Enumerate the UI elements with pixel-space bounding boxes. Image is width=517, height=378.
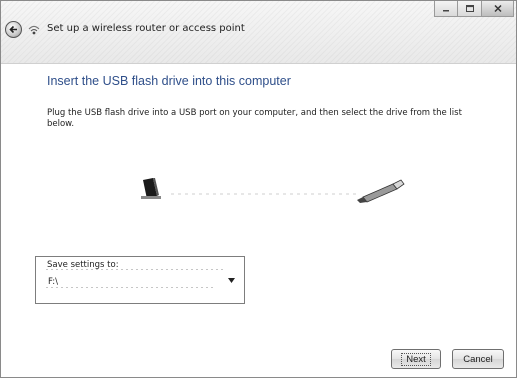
drive-label: Save settings to: bbox=[47, 260, 119, 270]
wireless-network-icon bbox=[28, 25, 40, 35]
back-button[interactable] bbox=[5, 21, 22, 38]
computer-icon bbox=[141, 178, 161, 199]
maximize-button[interactable] bbox=[458, 1, 482, 17]
next-button[interactable]: Next bbox=[391, 349, 441, 369]
title-bar: Set up a wireless router or access point bbox=[1, 1, 516, 64]
minimize-button[interactable] bbox=[434, 1, 458, 17]
wizard-title: Set up a wireless router or access point bbox=[47, 23, 245, 34]
window-controls bbox=[434, 1, 514, 17]
cancel-button-label: Cancel bbox=[463, 353, 493, 365]
next-button-label: Next bbox=[401, 352, 431, 366]
page-heading: Insert the USB flash drive into this com… bbox=[47, 74, 291, 88]
drive-selected-value: F:\ bbox=[48, 277, 58, 287]
close-icon bbox=[493, 4, 502, 13]
maximize-icon bbox=[465, 5, 474, 12]
back-arrow-icon bbox=[9, 25, 17, 34]
instructions-text: Plug the USB flash drive into a USB port… bbox=[47, 108, 462, 129]
wizard-content: Insert the USB flash drive into this com… bbox=[1, 64, 516, 377]
chevron-down-icon[interactable] bbox=[228, 278, 235, 284]
list-divider bbox=[46, 287, 216, 288]
wizard-window: Set up a wireless router or access point bbox=[0, 0, 517, 378]
close-button[interactable] bbox=[482, 1, 514, 17]
usb-flash-drive-icon bbox=[357, 179, 405, 203]
minimize-icon bbox=[443, 10, 449, 12]
usb-illustration bbox=[141, 178, 405, 203]
cancel-button[interactable]: Cancel bbox=[452, 349, 504, 369]
